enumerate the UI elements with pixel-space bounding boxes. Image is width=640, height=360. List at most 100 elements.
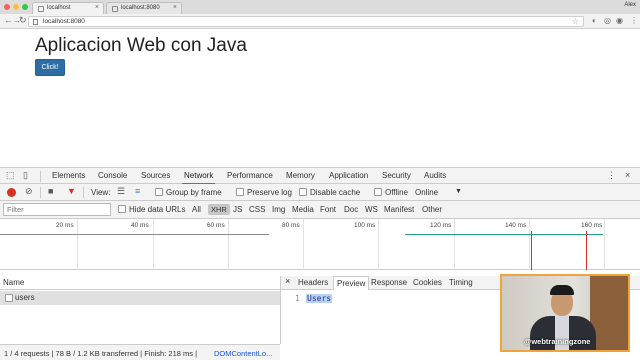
disable-cache-checkbox[interactable] bbox=[299, 188, 307, 196]
filter-type-other[interactable]: Other bbox=[422, 205, 442, 214]
timeline-gridline bbox=[153, 219, 154, 270]
large-rows-icon[interactable]: ☰ bbox=[117, 186, 125, 197]
close-tab-icon[interactable]: × bbox=[173, 4, 177, 11]
tab-label: localhost bbox=[47, 5, 71, 11]
preview-content[interactable]: Users bbox=[306, 294, 333, 303]
click-button[interactable]: Click! bbox=[35, 59, 65, 76]
request-name[interactable]: users bbox=[15, 293, 35, 302]
summary-text: 1 / 4 requests | 78 B / 1.2 KB transferr… bbox=[4, 349, 198, 358]
dom-content-loaded-text: DOMContentLo... bbox=[214, 349, 273, 358]
offline-checkbox[interactable] bbox=[374, 188, 382, 196]
tab-security[interactable]: Security bbox=[382, 171, 411, 180]
tab-performance[interactable]: Performance bbox=[227, 171, 273, 180]
filter-type-xhr[interactable]: XHR bbox=[208, 204, 230, 215]
hide-data-urls-checkbox[interactable] bbox=[118, 205, 126, 213]
extension-icon-3[interactable]: ◉ bbox=[616, 16, 623, 25]
tab-response[interactable]: Response bbox=[371, 278, 407, 287]
tab-elements[interactable]: Elements bbox=[52, 171, 85, 180]
bookshelf bbox=[590, 276, 628, 350]
inspect-element-icon[interactable]: ⬚ bbox=[6, 170, 15, 181]
close-tab-icon[interactable]: × bbox=[95, 4, 99, 11]
profile-name[interactable]: Alex bbox=[624, 2, 636, 8]
tab-headers[interactable]: Headers bbox=[298, 278, 328, 287]
group-by-frame-checkbox[interactable] bbox=[155, 188, 163, 196]
tab-label: localhost:8080 bbox=[121, 5, 160, 11]
timeline-gridline bbox=[454, 219, 455, 270]
browser-toolbar: ← → ↻ localhost:8080 ☆ ◐ ◎ ◉ ⋮ bbox=[0, 14, 640, 29]
filter-type-doc[interactable]: Doc bbox=[344, 205, 358, 214]
page-title: Aplicacion Web con Java bbox=[35, 35, 247, 56]
timeline-label: 80 ms bbox=[282, 222, 300, 229]
filter-type-css[interactable]: CSS bbox=[249, 205, 265, 214]
timeline-label: 100 ms bbox=[354, 222, 376, 229]
timeline-gridline bbox=[378, 219, 379, 270]
presenter-shirt bbox=[555, 316, 569, 350]
tab-preview[interactable]: Preview bbox=[333, 276, 370, 290]
filter-type-media[interactable]: Media bbox=[292, 205, 314, 214]
filter-type-ws[interactable]: WS bbox=[365, 205, 378, 214]
extension-icon[interactable]: ◐ bbox=[592, 16, 597, 25]
chevron-down-icon[interactable]: ▼ bbox=[455, 188, 462, 195]
divider bbox=[40, 171, 41, 182]
timeline-request-bar bbox=[0, 234, 269, 235]
name-column-header[interactable]: Name bbox=[0, 276, 280, 290]
bookmark-star-icon[interactable]: ☆ bbox=[572, 17, 579, 26]
device-toolbar-icon[interactable]: ▯ bbox=[23, 170, 28, 181]
group-by-frame-label: Group by frame bbox=[166, 188, 222, 197]
close-devtools-icon[interactable]: × bbox=[625, 170, 630, 180]
url-text: localhost:8080 bbox=[43, 18, 85, 25]
close-detail-icon[interactable]: × bbox=[285, 276, 290, 286]
filter-type-font[interactable]: Font bbox=[320, 205, 336, 214]
filter-type-js[interactable]: JS bbox=[233, 205, 242, 214]
browser-tab-localhost-8080[interactable]: localhost:8080 × bbox=[106, 2, 182, 14]
timeline-label: 20 ms bbox=[56, 222, 74, 229]
filter-type-img[interactable]: Img bbox=[272, 205, 285, 214]
timeline-gridline bbox=[77, 219, 78, 270]
browser-tab-localhost[interactable]: localhost × bbox=[32, 2, 104, 14]
record-icon[interactable] bbox=[7, 188, 16, 197]
address-bar[interactable]: localhost:8080 ☆ bbox=[28, 16, 584, 27]
timeline-gridline bbox=[228, 219, 229, 270]
disable-cache-label: Disable cache bbox=[310, 188, 361, 197]
tab-application[interactable]: Application bbox=[329, 171, 368, 180]
zoom-window-icon[interactable] bbox=[22, 4, 28, 10]
watermark: @webtrainingzone bbox=[524, 337, 591, 346]
filter-type-all[interactable]: All bbox=[192, 205, 201, 214]
page-info-icon[interactable] bbox=[33, 19, 38, 25]
webcam-overlay: @webtrainingzone bbox=[500, 274, 630, 352]
tab-sources[interactable]: Sources bbox=[141, 171, 170, 180]
extension-icon-2[interactable]: ◎ bbox=[604, 16, 611, 25]
throttling-select[interactable]: Online bbox=[415, 188, 438, 197]
hide-data-urls-label: Hide data URLs bbox=[129, 205, 186, 214]
table-row[interactable]: users bbox=[0, 291, 280, 305]
tab-audits[interactable]: Audits bbox=[424, 171, 446, 180]
timeline-request-bar bbox=[405, 234, 603, 235]
filter-type-manifest[interactable]: Manifest bbox=[384, 205, 414, 214]
minimize-window-icon[interactable] bbox=[13, 4, 19, 10]
close-window-icon[interactable] bbox=[4, 4, 10, 10]
tab-timing[interactable]: Timing bbox=[449, 278, 473, 287]
devtools-tab-bar: ⬚ ▯ Elements Console Sources Network Per… bbox=[0, 167, 640, 185]
filter-funnel-icon[interactable]: ▼ bbox=[67, 186, 76, 196]
tab-console[interactable]: Console bbox=[98, 171, 127, 180]
preserve-log-checkbox[interactable] bbox=[236, 188, 244, 196]
tab-network[interactable]: Network bbox=[181, 171, 216, 185]
screenshot-camera-icon[interactable]: ■ bbox=[48, 186, 53, 196]
network-toolbar: ⊘ ■ ▼ View: ☰ ≡ Group by frame Preserve … bbox=[0, 184, 640, 201]
network-timeline[interactable]: 20 ms 40 ms 60 ms 80 ms 100 ms 120 ms 14… bbox=[0, 219, 640, 270]
timeline-label: 160 ms bbox=[581, 222, 603, 229]
timeline-gridline bbox=[303, 219, 304, 270]
divider bbox=[40, 187, 41, 198]
filter-input[interactable] bbox=[3, 203, 111, 216]
devtools-menu-icon[interactable]: ⋮ bbox=[607, 170, 616, 181]
file-icon bbox=[5, 294, 13, 302]
timeline-label: 140 ms bbox=[505, 222, 527, 229]
tab-memory[interactable]: Memory bbox=[286, 171, 315, 180]
menu-kebab-icon[interactable]: ⋮ bbox=[630, 16, 638, 25]
waterfall-icon[interactable]: ≡ bbox=[135, 186, 140, 196]
preserve-log-label: Preserve log bbox=[247, 188, 292, 197]
clear-icon[interactable]: ⊘ bbox=[25, 186, 33, 197]
reload-icon[interactable]: ↻ bbox=[19, 15, 27, 26]
divider bbox=[83, 187, 84, 198]
tab-cookies[interactable]: Cookies bbox=[413, 278, 442, 287]
